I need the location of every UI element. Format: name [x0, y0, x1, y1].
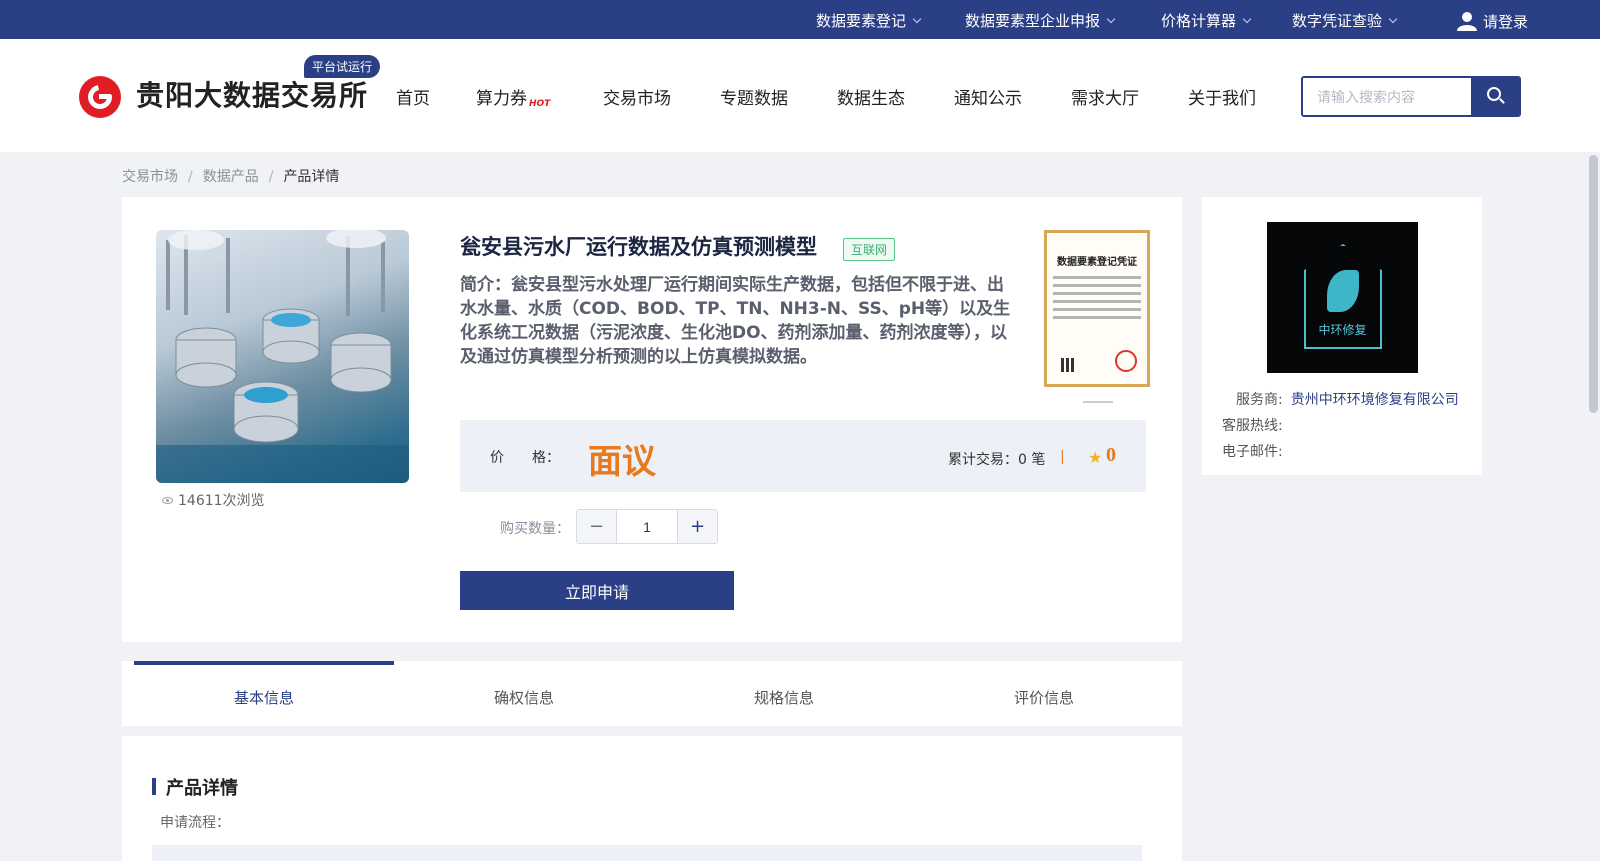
qr-code-icon [1061, 358, 1075, 372]
chevron-down-icon [1388, 14, 1398, 23]
topbar-link-certificate-check[interactable]: 数字凭证查验 [1292, 10, 1398, 31]
product-intro: 简介：瓮安县型污水处理厂运行期间实际生产数据，包括但不限于进、出水水量、水质（C… [460, 275, 1011, 367]
star-icon: ★ [1088, 448, 1103, 467]
breadcrumb-market[interactable]: 交易市场 [122, 169, 178, 185]
search-button[interactable] [1471, 78, 1519, 115]
chevron-down-icon [1106, 14, 1116, 23]
nav-demand-hall[interactable]: 需求大厅 [1071, 84, 1139, 109]
quantity-input[interactable] [616, 510, 678, 543]
detail-title: 产品详情 [152, 774, 238, 800]
decrease-button[interactable]: − [577, 510, 616, 543]
quantity-stepper: − + [576, 509, 718, 544]
chevron-down-icon [912, 14, 922, 23]
vendor-name-link[interactable]: 贵州中环环境修复有限公司 [1291, 392, 1459, 408]
view-count: 14611次浏览 [162, 490, 265, 510]
top-bar: 数据要素登记 数据要素型企业申报 价格计算器 数字凭证查验 请登录 [0, 0, 1600, 39]
topbar-link-price-calculator[interactable]: 价格计算器 [1161, 10, 1252, 31]
chevron-down-icon [1242, 14, 1252, 23]
nav-home[interactable]: 首页 [396, 84, 430, 109]
vendor-card: 中环修复 服务商: 贵州中环环境修复有限公司 客服热线: 电子邮件: [1202, 197, 1482, 475]
page-scrollbar[interactable] [1589, 155, 1598, 413]
tab-review-info[interactable]: 评价信息 [914, 661, 1174, 726]
login-link[interactable]: 请登录 [1456, 10, 1528, 32]
apply-flow-panel [152, 845, 1142, 861]
category-tag: 互联网 [843, 238, 896, 261]
apply-flow-label: 申请流程： [160, 815, 230, 831]
breadcrumb: 交易市场 / 数据产品 / 产品详情 [122, 169, 340, 185]
breadcrumb-data-products[interactable]: 数据产品 [203, 169, 259, 185]
price-value: 面议 [588, 444, 656, 481]
tab-rights-info[interactable]: 确权信息 [394, 661, 654, 726]
vendor-logo: 中环修复 [1267, 222, 1418, 373]
certificate-indicator [1083, 401, 1113, 403]
registration-certificate[interactable]: 数据要素登记凭证 [1044, 230, 1150, 387]
topbar-link-registration[interactable]: 数据要素登记 [816, 10, 922, 31]
trial-badge: 平台试运行 [304, 55, 381, 78]
trade-count: 累计交易：0 笔 [948, 452, 1046, 468]
nav-about-us[interactable]: 关于我们 [1188, 84, 1256, 109]
breadcrumb-current: 产品详情 [283, 169, 340, 185]
nav-market[interactable]: 交易市场 [603, 84, 671, 109]
apply-button[interactable]: 立即申请 [460, 571, 734, 610]
hot-badge-icon: HOT [529, 99, 551, 109]
seal-icon [1115, 350, 1137, 372]
product-detail-section: 产品详情 申请流程： [122, 736, 1182, 861]
user-icon [1457, 12, 1477, 31]
vendor-email-row: 电子邮件: [1222, 444, 1283, 460]
logo-icon[interactable] [79, 76, 121, 118]
product-card: 14611次浏览 瓮安县污水厂运行数据及仿真预测模型 互联网 简介：瓮安县型污水… [122, 197, 1182, 642]
vendor-service-row: 服务商: 贵州中环环境修复有限公司 [1236, 392, 1459, 408]
price-box: 价 格： 面议 累计交易：0 笔 | ★ 0 [460, 420, 1146, 492]
rating-score: 0 [1106, 444, 1116, 466]
nav-notices[interactable]: 通知公示 [954, 84, 1022, 109]
tab-spec-info[interactable]: 规格信息 [654, 661, 914, 726]
product-title: 瓮安县污水厂运行数据及仿真预测模型 [460, 235, 817, 259]
vendor-hotline-row: 客服热线: [1222, 418, 1283, 434]
site-logo-text[interactable]: 贵阳大数据交易所 [136, 74, 368, 114]
quantity-label: 购买数量： [500, 521, 570, 537]
info-tabs: 基本信息 确权信息 规格信息 评价信息 [122, 661, 1182, 726]
topbar-link-enterprise-report[interactable]: 数据要素型企业申报 [965, 10, 1116, 31]
search-input[interactable] [1303, 78, 1471, 115]
nav-ecosystem[interactable]: 数据生态 [837, 84, 905, 109]
product-image [156, 230, 409, 483]
tab-basic-info[interactable]: 基本信息 [134, 661, 394, 726]
increase-button[interactable]: + [678, 510, 717, 543]
nav-topic-data[interactable]: 专题数据 [720, 84, 788, 109]
eye-icon [162, 496, 173, 504]
search-box [1301, 76, 1521, 117]
nav-compute-voucher[interactable]: 算力券 HOT [476, 84, 550, 109]
site-header: 贵阳大数据交易所 平台试运行 首页 算力券 HOT 交易市场 专题数据 数据生态 … [0, 39, 1600, 152]
